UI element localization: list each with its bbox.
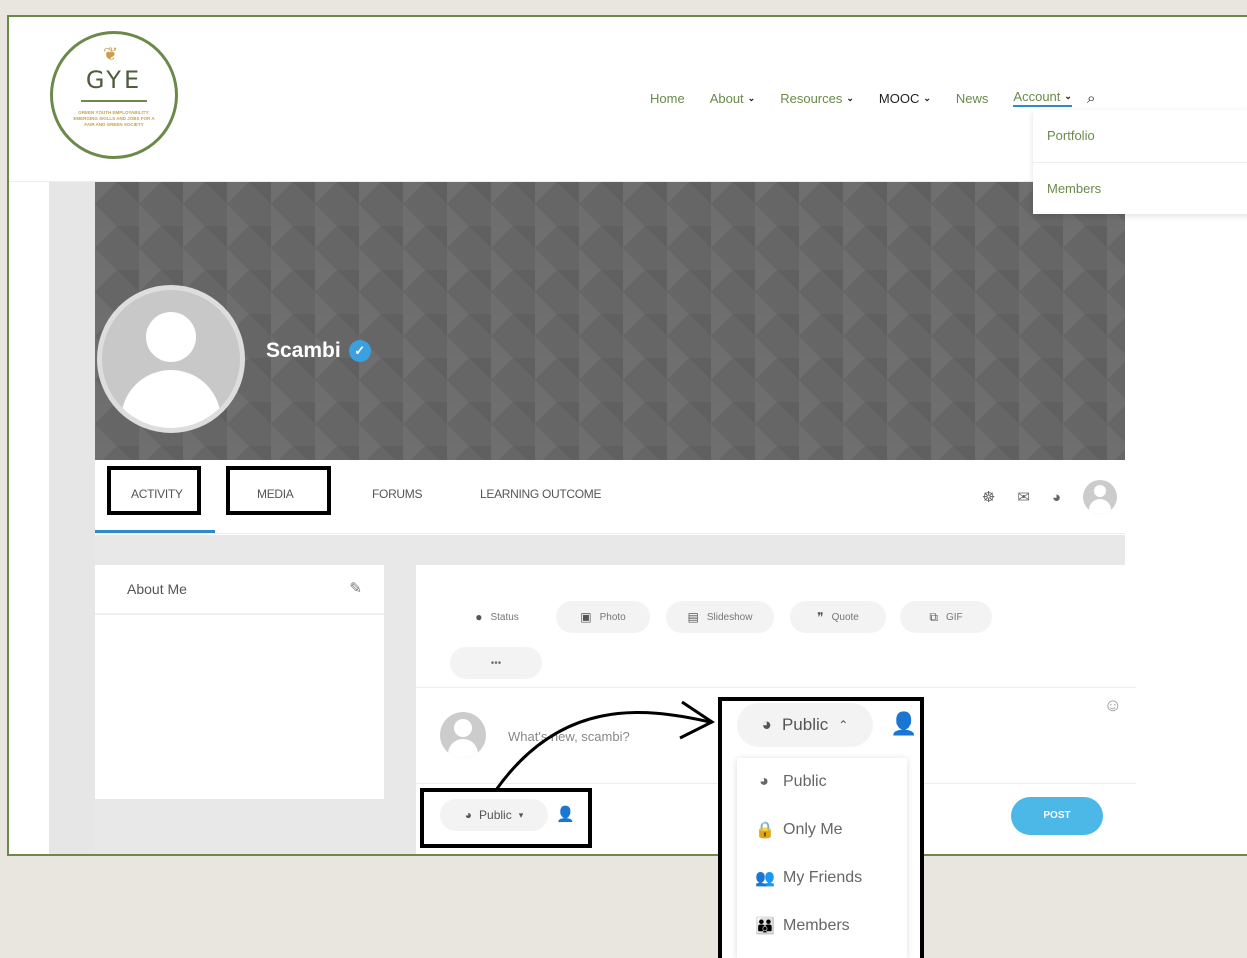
account-dropdown: Portfolio Members — [1033, 110, 1247, 214]
callout-arrow-path — [494, 711, 711, 791]
highlight-privacy-menu — [718, 697, 924, 958]
account-menu-members[interactable]: Members — [1033, 162, 1247, 214]
account-menu-portfolio[interactable]: Portfolio — [1033, 110, 1247, 162]
